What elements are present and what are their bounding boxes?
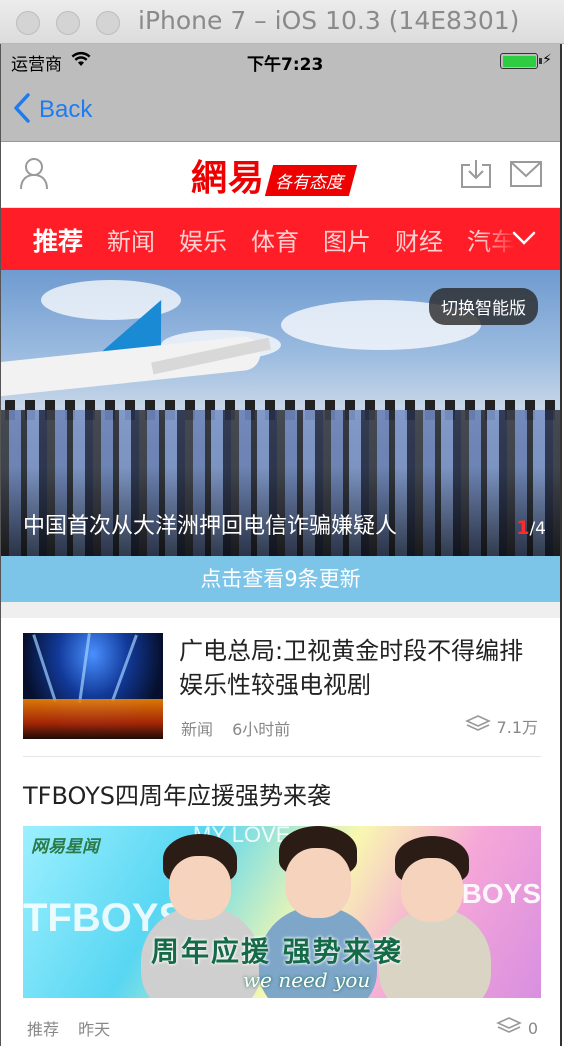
comments-stack-icon — [495, 1016, 522, 1040]
article-time: 昨天 — [78, 1020, 111, 1039]
chevron-down-icon[interactable] — [512, 230, 536, 250]
banner-subline: we need you — [243, 968, 371, 992]
tab-pictures[interactable]: 图片 — [323, 222, 371, 257]
hero-page-total: /4 — [529, 519, 546, 539]
article-title: TFBOYS四周年应援强势来袭 — [23, 782, 331, 810]
divider — [23, 756, 541, 757]
window-title: iPhone 7 – iOS 10.3 (14E8301) — [138, 6, 520, 35]
tab-entertainment[interactable]: 娱乐 — [179, 222, 227, 257]
navigation-bar: Back — [1, 78, 560, 142]
person-face — [169, 856, 231, 920]
tab-finance[interactable]: 财经 — [395, 222, 443, 257]
article-title: 广电总局:卫视黄金时段不得编排娱乐性较强电视剧 — [179, 637, 524, 699]
carrier-label: 运营商 — [11, 55, 62, 75]
battery-icon — [500, 53, 538, 69]
comments-stack-icon — [464, 714, 491, 738]
download-icon[interactable] — [459, 158, 493, 194]
close-window-button[interactable] — [16, 11, 40, 35]
hero-caption: 中国首次从大洋洲押回电信诈骗嫌疑人 — [23, 514, 398, 539]
category-tabs: 推荐 新闻 娱乐 体育 图片 财经 汽车 — [1, 208, 560, 270]
article-meta: 新闻 6小时前 — [181, 716, 290, 740]
zoom-window-button[interactable] — [96, 11, 120, 35]
battery-level — [502, 55, 536, 67]
article-meta: 推荐 昨天 — [27, 1016, 110, 1040]
logo-text: 網易 — [191, 157, 266, 199]
stage-floor — [23, 699, 163, 739]
wifi-icon — [71, 51, 91, 71]
app-header: 網易 各有态度 — [1, 142, 560, 208]
switch-smart-version-button[interactable]: 切换智能版 — [429, 288, 538, 325]
stage-light — [78, 633, 91, 703]
banner-watermark: 网易星闻 — [31, 837, 99, 857]
article-replies: 0 — [495, 1016, 538, 1040]
news-item[interactable]: 广电总局:卫视黄金时段不得编排娱乐性较强电视剧 新闻 6小时前 7.1万 — [1, 618, 560, 756]
banner-headline: 周年应援 强势来袭 — [151, 935, 403, 968]
clock: 下午7:23 — [247, 55, 324, 75]
article-thumbnail — [23, 633, 163, 739]
stage-light — [32, 634, 57, 702]
window-titlebar: iPhone 7 – iOS 10.3 (14E8301) — [0, 0, 564, 44]
article-source: 新闻 — [181, 720, 214, 739]
tab-news[interactable]: 新闻 — [107, 222, 155, 257]
back-label: Back — [39, 96, 93, 123]
phone-screen: 运营商 下午7:23 ⚡ Back 網易 各有态度 推荐 新闻 娱乐 体育 图片… — [0, 44, 562, 1046]
person-face — [401, 858, 463, 922]
user-icon[interactable] — [19, 156, 49, 194]
article-replies: 7.1万 — [464, 714, 538, 738]
mail-icon[interactable] — [509, 160, 543, 192]
view-updates-button[interactable]: 点击查看9条更新 — [1, 556, 560, 602]
article-banner-image: MY LOVE TFBOYS TFBOYS 网易星闻 周年应援 强势来袭 we … — [23, 826, 541, 998]
hero-carousel[interactable]: 切换智能版 中国首次从大洋洲押回电信诈骗嫌疑人 1/4 — [1, 270, 560, 556]
status-bar: 运营商 下午7:23 ⚡ — [1, 44, 560, 78]
tab-sports[interactable]: 体育 — [251, 222, 299, 257]
back-button[interactable]: Back — [13, 92, 92, 128]
netease-logo: 網易 各有态度 — [191, 154, 358, 199]
logo-slogan: 各有态度 — [264, 164, 358, 196]
hero-pager: 1/4 — [516, 517, 546, 539]
charging-icon: ⚡ — [542, 52, 552, 68]
stage-light — [111, 634, 138, 702]
reply-count: 7.1万 — [496, 718, 538, 737]
chevron-left-icon — [13, 93, 31, 127]
article-time: 6小时前 — [232, 720, 291, 739]
tab-recommend[interactable]: 推荐 — [33, 222, 83, 258]
minimize-window-button[interactable] — [56, 11, 80, 35]
section-gap — [1, 602, 560, 618]
hero-page-current: 1 — [516, 517, 530, 539]
article-source: 推荐 — [27, 1020, 60, 1039]
reply-count: 0 — [527, 1018, 538, 1038]
person-face — [285, 848, 351, 918]
